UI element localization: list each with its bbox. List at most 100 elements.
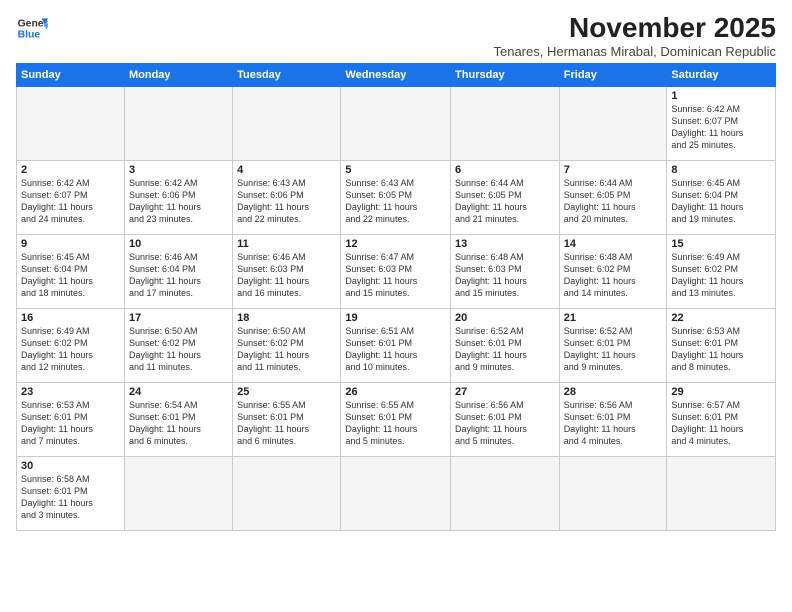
day-info: Sunrise: 6:56 AM Sunset: 6:01 PM Dayligh…	[564, 399, 663, 448]
calendar-header-wednesday: Wednesday	[341, 64, 451, 87]
calendar-cell: 5Sunrise: 6:43 AM Sunset: 6:05 PM Daylig…	[341, 161, 451, 235]
calendar-cell: 30Sunrise: 6:58 AM Sunset: 6:01 PM Dayli…	[17, 457, 125, 531]
calendar-header-tuesday: Tuesday	[233, 64, 341, 87]
calendar-cell: 20Sunrise: 6:52 AM Sunset: 6:01 PM Dayli…	[451, 309, 560, 383]
day-info: Sunrise: 6:45 AM Sunset: 6:04 PM Dayligh…	[21, 251, 120, 300]
day-info: Sunrise: 6:43 AM Sunset: 6:06 PM Dayligh…	[237, 177, 336, 226]
day-number: 4	[237, 164, 336, 176]
day-info: Sunrise: 6:46 AM Sunset: 6:03 PM Dayligh…	[237, 251, 336, 300]
day-number: 2	[21, 164, 120, 176]
title-area: November 2025 Tenares, Hermanas Mirabal,…	[493, 12, 776, 59]
day-number: 1	[671, 90, 771, 102]
calendar-cell: 21Sunrise: 6:52 AM Sunset: 6:01 PM Dayli…	[559, 309, 667, 383]
calendar-cell	[451, 87, 560, 161]
day-info: Sunrise: 6:49 AM Sunset: 6:02 PM Dayligh…	[21, 325, 120, 374]
calendar-cell: 15Sunrise: 6:49 AM Sunset: 6:02 PM Dayli…	[667, 235, 776, 309]
day-info: Sunrise: 6:42 AM Sunset: 6:06 PM Dayligh…	[129, 177, 228, 226]
calendar: SundayMondayTuesdayWednesdayThursdayFrid…	[16, 63, 776, 531]
calendar-cell	[17, 87, 125, 161]
day-number: 20	[455, 312, 555, 324]
day-number: 22	[671, 312, 771, 324]
calendar-cell: 16Sunrise: 6:49 AM Sunset: 6:02 PM Dayli…	[17, 309, 125, 383]
day-info: Sunrise: 6:58 AM Sunset: 6:01 PM Dayligh…	[21, 473, 120, 522]
calendar-header-monday: Monday	[124, 64, 232, 87]
calendar-header-saturday: Saturday	[667, 64, 776, 87]
calendar-cell: 8Sunrise: 6:45 AM Sunset: 6:04 PM Daylig…	[667, 161, 776, 235]
day-number: 30	[21, 460, 120, 472]
day-number: 21	[564, 312, 663, 324]
day-number: 19	[345, 312, 446, 324]
calendar-cell	[124, 457, 232, 531]
calendar-header-thursday: Thursday	[451, 64, 560, 87]
calendar-cell: 4Sunrise: 6:43 AM Sunset: 6:06 PM Daylig…	[233, 161, 341, 235]
calendar-week-row: 9Sunrise: 6:45 AM Sunset: 6:04 PM Daylig…	[17, 235, 776, 309]
logo-icon: General Blue	[16, 12, 48, 44]
day-number: 24	[129, 386, 228, 398]
day-info: Sunrise: 6:44 AM Sunset: 6:05 PM Dayligh…	[455, 177, 555, 226]
header: General Blue November 2025 Tenares, Herm…	[16, 12, 776, 59]
day-info: Sunrise: 6:43 AM Sunset: 6:05 PM Dayligh…	[345, 177, 446, 226]
page: General Blue November 2025 Tenares, Herm…	[0, 0, 792, 539]
day-number: 14	[564, 238, 663, 250]
day-info: Sunrise: 6:56 AM Sunset: 6:01 PM Dayligh…	[455, 399, 555, 448]
calendar-cell: 24Sunrise: 6:54 AM Sunset: 6:01 PM Dayli…	[124, 383, 232, 457]
calendar-header-sunday: Sunday	[17, 64, 125, 87]
day-info: Sunrise: 6:47 AM Sunset: 6:03 PM Dayligh…	[345, 251, 446, 300]
calendar-cell	[559, 87, 667, 161]
calendar-cell: 25Sunrise: 6:55 AM Sunset: 6:01 PM Dayli…	[233, 383, 341, 457]
calendar-week-row: 16Sunrise: 6:49 AM Sunset: 6:02 PM Dayli…	[17, 309, 776, 383]
calendar-cell	[559, 457, 667, 531]
calendar-cell: 29Sunrise: 6:57 AM Sunset: 6:01 PM Dayli…	[667, 383, 776, 457]
day-info: Sunrise: 6:53 AM Sunset: 6:01 PM Dayligh…	[671, 325, 771, 374]
day-number: 25	[237, 386, 336, 398]
calendar-cell: 2Sunrise: 6:42 AM Sunset: 6:07 PM Daylig…	[17, 161, 125, 235]
day-info: Sunrise: 6:51 AM Sunset: 6:01 PM Dayligh…	[345, 325, 446, 374]
day-info: Sunrise: 6:57 AM Sunset: 6:01 PM Dayligh…	[671, 399, 771, 448]
day-info: Sunrise: 6:50 AM Sunset: 6:02 PM Dayligh…	[129, 325, 228, 374]
day-info: Sunrise: 6:42 AM Sunset: 6:07 PM Dayligh…	[21, 177, 120, 226]
calendar-cell	[667, 457, 776, 531]
calendar-cell	[124, 87, 232, 161]
day-number: 28	[564, 386, 663, 398]
calendar-cell: 7Sunrise: 6:44 AM Sunset: 6:05 PM Daylig…	[559, 161, 667, 235]
calendar-cell: 27Sunrise: 6:56 AM Sunset: 6:01 PM Dayli…	[451, 383, 560, 457]
calendar-cell: 18Sunrise: 6:50 AM Sunset: 6:02 PM Dayli…	[233, 309, 341, 383]
calendar-cell: 23Sunrise: 6:53 AM Sunset: 6:01 PM Dayli…	[17, 383, 125, 457]
day-number: 6	[455, 164, 555, 176]
calendar-cell: 17Sunrise: 6:50 AM Sunset: 6:02 PM Dayli…	[124, 309, 232, 383]
calendar-header-row: SundayMondayTuesdayWednesdayThursdayFrid…	[17, 64, 776, 87]
day-number: 27	[455, 386, 555, 398]
calendar-week-row: 1Sunrise: 6:42 AM Sunset: 6:07 PM Daylig…	[17, 87, 776, 161]
calendar-header-friday: Friday	[559, 64, 667, 87]
day-info: Sunrise: 6:44 AM Sunset: 6:05 PM Dayligh…	[564, 177, 663, 226]
day-info: Sunrise: 6:53 AM Sunset: 6:01 PM Dayligh…	[21, 399, 120, 448]
day-info: Sunrise: 6:49 AM Sunset: 6:02 PM Dayligh…	[671, 251, 771, 300]
calendar-cell	[451, 457, 560, 531]
month-title: November 2025	[493, 12, 776, 44]
day-number: 3	[129, 164, 228, 176]
calendar-week-row: 23Sunrise: 6:53 AM Sunset: 6:01 PM Dayli…	[17, 383, 776, 457]
day-number: 7	[564, 164, 663, 176]
calendar-cell: 1Sunrise: 6:42 AM Sunset: 6:07 PM Daylig…	[667, 87, 776, 161]
day-info: Sunrise: 6:52 AM Sunset: 6:01 PM Dayligh…	[564, 325, 663, 374]
day-number: 11	[237, 238, 336, 250]
day-number: 18	[237, 312, 336, 324]
subtitle: Tenares, Hermanas Mirabal, Dominican Rep…	[493, 44, 776, 59]
day-number: 5	[345, 164, 446, 176]
day-number: 10	[129, 238, 228, 250]
calendar-cell: 28Sunrise: 6:56 AM Sunset: 6:01 PM Dayli…	[559, 383, 667, 457]
calendar-week-row: 2Sunrise: 6:42 AM Sunset: 6:07 PM Daylig…	[17, 161, 776, 235]
day-number: 15	[671, 238, 771, 250]
day-number: 12	[345, 238, 446, 250]
calendar-cell: 3Sunrise: 6:42 AM Sunset: 6:06 PM Daylig…	[124, 161, 232, 235]
day-number: 13	[455, 238, 555, 250]
day-info: Sunrise: 6:48 AM Sunset: 6:02 PM Dayligh…	[564, 251, 663, 300]
day-number: 16	[21, 312, 120, 324]
logo: General Blue	[16, 12, 48, 44]
day-number: 17	[129, 312, 228, 324]
svg-text:Blue: Blue	[18, 30, 41, 41]
day-info: Sunrise: 6:48 AM Sunset: 6:03 PM Dayligh…	[455, 251, 555, 300]
calendar-cell: 13Sunrise: 6:48 AM Sunset: 6:03 PM Dayli…	[451, 235, 560, 309]
calendar-cell: 19Sunrise: 6:51 AM Sunset: 6:01 PM Dayli…	[341, 309, 451, 383]
calendar-cell: 22Sunrise: 6:53 AM Sunset: 6:01 PM Dayli…	[667, 309, 776, 383]
